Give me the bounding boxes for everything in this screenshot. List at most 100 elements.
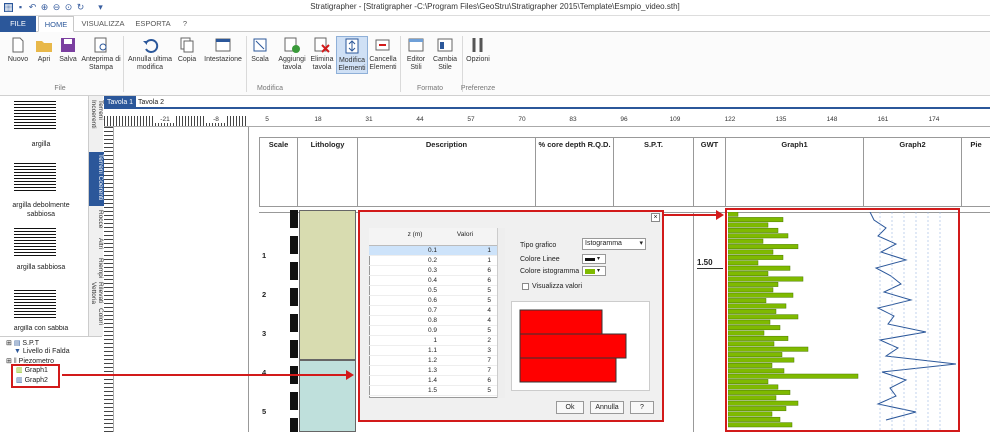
table-row[interactable]: 0.5 5 xyxy=(369,286,497,296)
cambia-stile-button[interactable]: Cambia Stile xyxy=(430,36,460,72)
cell-z[interactable]: 1.4 xyxy=(391,376,437,386)
tab-visualizza[interactable]: VISUALIZZA xyxy=(78,16,128,32)
cell-valore[interactable]: 3 xyxy=(449,346,491,356)
tab-esporta[interactable]: ESPORTA xyxy=(132,16,174,32)
tab-tavola-1[interactable]: Tavola 1 xyxy=(104,96,137,109)
vtab-coerenti[interactable]: Terreni Coerenti xyxy=(89,152,104,206)
cell-valore[interactable]: 1 xyxy=(449,246,491,256)
cell-z[interactable]: 0.6 xyxy=(391,296,437,306)
opzioni-button[interactable]: Opzioni xyxy=(462,36,494,64)
table-row[interactable]: 0.4 6 xyxy=(369,276,497,286)
cell-valore[interactable]: 4 xyxy=(449,316,491,326)
scala-button[interactable]: Scala xyxy=(248,36,272,64)
cell-valore[interactable]: 5 xyxy=(449,326,491,336)
anteprima-button[interactable]: Anteprima di Stampa xyxy=(80,36,122,72)
cell-z[interactable]: 1 xyxy=(391,336,437,346)
nuovo-button[interactable]: Nuovo xyxy=(4,36,32,64)
cell-z[interactable]: 0.8 xyxy=(391,316,437,326)
table-row[interactable]: 0.7 4 xyxy=(369,306,497,316)
swatch-argilla[interactable] xyxy=(14,101,56,129)
zoom-in-icon[interactable]: ⊕ xyxy=(40,3,49,12)
vtab-rocce[interactable]: Rocce xyxy=(89,208,104,234)
copia-button[interactable]: Copia xyxy=(176,36,198,64)
vtab-rilevati[interactable]: Rilevati Vettoriali xyxy=(89,280,104,304)
intestazione-button[interactable]: Intestazione xyxy=(202,36,244,64)
cell-valore[interactable]: 6 xyxy=(449,266,491,276)
graph2-line[interactable] xyxy=(866,212,956,430)
table-row[interactable]: 1.2 7 xyxy=(369,356,497,366)
table-row[interactable]: 1.65 xyxy=(369,396,497,397)
cell-z[interactable]: 1.6 xyxy=(391,396,437,397)
apri-button[interactable]: Apri xyxy=(32,36,56,64)
cell-z[interactable]: 0.2 xyxy=(391,256,437,266)
tab-help[interactable]: ? xyxy=(178,16,192,32)
ok-button[interactable]: Ok xyxy=(556,401,584,414)
refresh-icon[interactable]: ↻ xyxy=(76,3,85,12)
cell-z[interactable]: 1.3 xyxy=(391,366,437,376)
tree-item-graph2[interactable]: ▥ Graph2 xyxy=(16,376,48,384)
cell-z[interactable]: 1.5 xyxy=(391,386,437,396)
cell-valore[interactable]: 6 xyxy=(449,276,491,286)
undo-icon[interactable]: ↶ xyxy=(28,3,37,12)
table-row[interactable]: 1.3 7 xyxy=(369,366,497,376)
vtab-incoerenti[interactable]: Terreni Incoerenti xyxy=(89,98,104,150)
cancella-elementi-button[interactable]: Cancella Elementi xyxy=(368,36,398,72)
table-row[interactable]: 0.6 5 xyxy=(369,296,497,306)
cell-z[interactable]: 1.1 xyxy=(391,346,437,356)
tab-file[interactable]: FILE xyxy=(0,16,36,32)
table-row[interactable]: 0.3 6 xyxy=(369,266,497,276)
annulla-button[interactable]: Annulla ultima modifica xyxy=(124,36,176,72)
customize-icon[interactable]: ▾ xyxy=(96,3,105,12)
vtab-altri[interactable]: Altri xyxy=(89,236,104,254)
table-row[interactable]: 1.4 6 xyxy=(369,376,497,386)
cell-z[interactable]: 0.9 xyxy=(391,326,437,336)
modifica-elementi-button[interactable]: Modifica Elementi xyxy=(336,36,368,74)
table-row[interactable]: 0.2 1 xyxy=(369,256,497,266)
table-row[interactable]: 0.8 4 xyxy=(369,316,497,326)
table-row[interactable]: 0.1 1 xyxy=(369,246,497,256)
cell-valore[interactable]: 1 xyxy=(449,256,491,266)
save-icon[interactable]: ▪ xyxy=(16,3,25,12)
cell-z[interactable]: 0.4 xyxy=(391,276,437,286)
lithology-clay[interactable] xyxy=(299,210,356,360)
tab-tavola-2[interactable]: Tavola 2 xyxy=(135,96,167,109)
aggiungi-tavola-button[interactable]: Aggiungi tavola xyxy=(276,36,308,72)
tree-item-graph1[interactable]: ▥ Graph1 xyxy=(16,366,48,374)
line-color-picker[interactable]: ▾ xyxy=(582,254,606,264)
vtab-riempimenti[interactable]: Riempimenti xyxy=(89,256,104,278)
table-scrollbar[interactable] xyxy=(497,228,505,398)
swatch-argilla-debolmente-sabbiosa[interactable] xyxy=(14,163,56,191)
graph1-histogram[interactable] xyxy=(728,212,864,430)
zoom-fit-icon[interactable]: ⊙ xyxy=(64,3,73,12)
cell-z[interactable]: 0.1 xyxy=(391,246,437,256)
cell-z[interactable]: 1.2 xyxy=(391,356,437,366)
tree-item-falda[interactable]: ▼ Livello di Falda xyxy=(14,348,70,355)
tipo-select[interactable]: Istogramma ▾ xyxy=(582,238,646,250)
table-row[interactable]: 1.5 5 xyxy=(369,386,497,396)
cell-z[interactable]: 0.3 xyxy=(391,266,437,276)
cell-valore[interactable]: 2 xyxy=(449,336,491,346)
cell-valore[interactable]: 5 xyxy=(449,286,491,296)
table-row[interactable]: 1.1 3 xyxy=(369,346,497,356)
table-row[interactable]: 0.9 5 xyxy=(369,326,497,336)
salva-button[interactable]: Salva xyxy=(56,36,80,64)
tab-home[interactable]: HOME xyxy=(38,16,74,32)
cell-valore[interactable]: 5 xyxy=(449,296,491,306)
editor-stili-button[interactable]: Editor Stili xyxy=(402,36,430,72)
table-row[interactable]: 12 xyxy=(369,336,497,346)
cell-valore[interactable]: 5 xyxy=(449,396,491,397)
annulla-dialog-button[interactable]: Annulla xyxy=(590,401,624,414)
tree-item-spt[interactable]: ⊞ ▤ S.P.T xyxy=(6,339,39,347)
hist-color-picker[interactable]: ▾ xyxy=(582,266,606,276)
vtab-colori[interactable]: Colori xyxy=(89,306,104,332)
swatch-argilla-sabbiosa[interactable] xyxy=(14,228,56,256)
cell-z[interactable]: 0.5 xyxy=(391,286,437,296)
cell-valore[interactable]: 5 xyxy=(449,386,491,396)
swatch-argilla-con-sabbia[interactable] xyxy=(14,290,56,318)
elimina-tavola-button[interactable]: Elimina tavola xyxy=(308,36,336,72)
visualizza-checkbox[interactable] xyxy=(522,283,529,290)
cell-valore[interactable]: 4 xyxy=(449,306,491,316)
dialog-close-button[interactable]: × xyxy=(651,213,660,222)
help-button[interactable]: ? xyxy=(630,401,654,414)
cell-valore[interactable]: 7 xyxy=(449,356,491,366)
